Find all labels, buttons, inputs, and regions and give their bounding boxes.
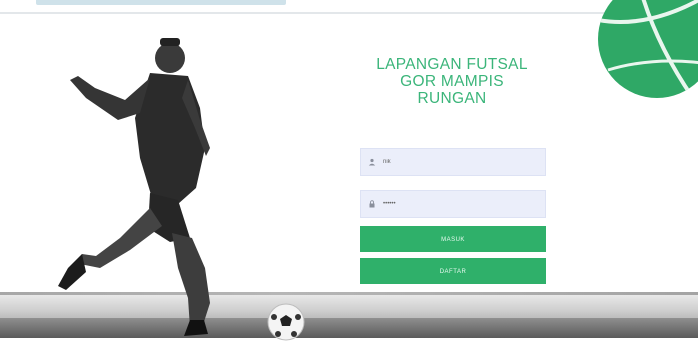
user-icon — [365, 155, 379, 169]
username-field[interactable] — [360, 148, 546, 176]
username-input[interactable] — [379, 159, 545, 165]
page-title: LAPANGAN FUTSAL GOR MAMPIS RUNGAN — [352, 56, 552, 107]
title-line-3: RUNGAN — [417, 90, 487, 107]
daftar-button[interactable]: DAFTAR — [360, 258, 546, 284]
navbar-strip — [36, 0, 286, 5]
decorative-ball-graphic — [598, 0, 698, 98]
lock-icon — [365, 197, 379, 211]
soccer-ball-icon — [267, 303, 305, 341]
title-line-2: GOR MAMPIS — [400, 73, 504, 90]
password-input[interactable] — [379, 201, 545, 207]
soccer-player-photo — [58, 38, 210, 336]
password-field[interactable] — [360, 190, 546, 218]
top-navbar — [0, 0, 698, 14]
masuk-button[interactable]: MASUK — [360, 226, 546, 252]
title-line-1: LAPANGAN FUTSAL — [376, 56, 528, 73]
